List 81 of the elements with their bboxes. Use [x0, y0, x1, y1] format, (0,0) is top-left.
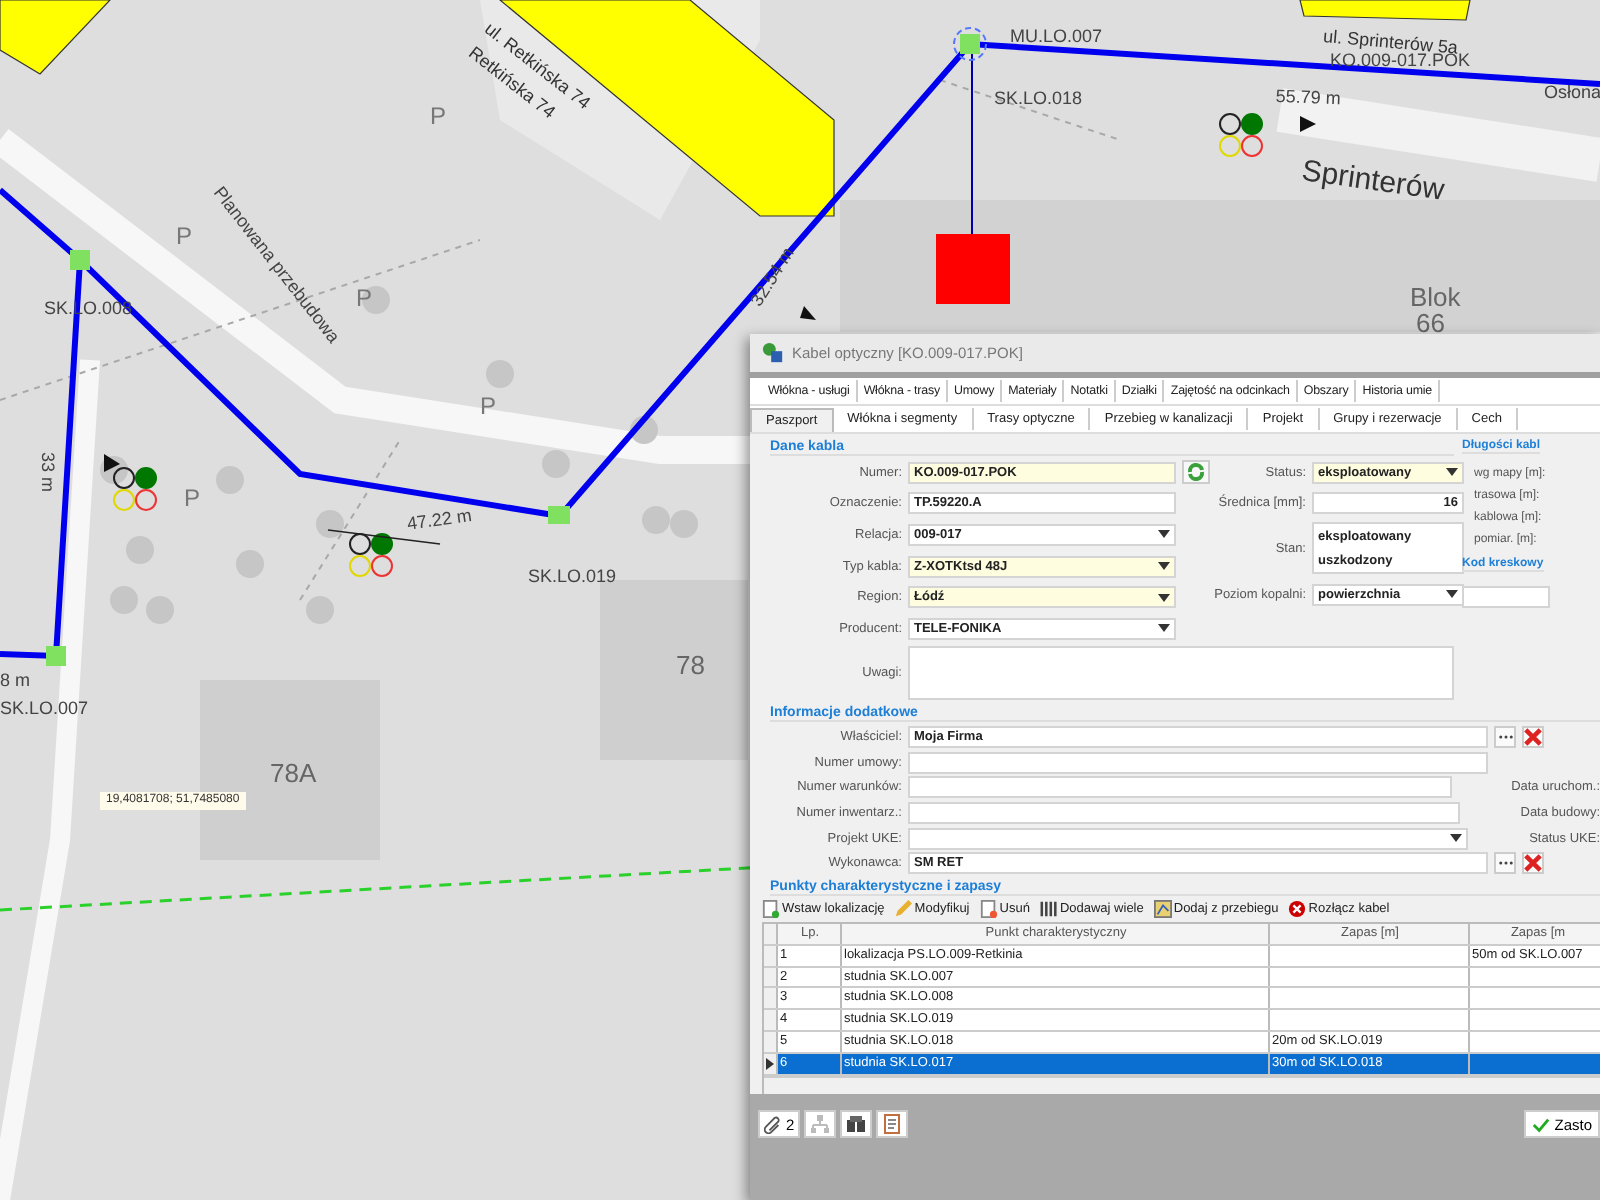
map-label: 66: [1416, 310, 1445, 336]
map-label: Blok: [1410, 284, 1461, 310]
tree-icon: [126, 536, 154, 564]
map-label: P: [480, 394, 497, 418]
status-marker-drawing: [113, 467, 157, 511]
dropdown[interactable]: [908, 827, 1469, 850]
binoculars-icon: [846, 1114, 867, 1134]
manhole-node[interactable]: [953, 27, 987, 61]
bars-icon: [1039, 899, 1058, 918]
page-minus-icon: [979, 899, 998, 918]
input-field[interactable]: [908, 751, 1488, 773]
clear-button[interactable]: [1522, 852, 1544, 875]
clear-button[interactable]: [1522, 725, 1544, 748]
input-field[interactable]: [908, 776, 1453, 799]
tree-icon: [236, 550, 264, 578]
map-route-icon: [1153, 899, 1172, 918]
map-label: SK.LO.007: [0, 700, 89, 718]
close-icon: [1524, 727, 1542, 746]
map-label: P: [356, 286, 373, 310]
map-label: Sprinterów: [1299, 156, 1446, 206]
cable-icon: [762, 342, 784, 364]
caret-icon: [1158, 593, 1170, 602]
arrow-icon: [104, 454, 120, 472]
tree-icon: [642, 506, 670, 534]
barcode-field[interactable]: [1462, 586, 1550, 608]
tree-icon: [486, 360, 514, 388]
status-marker-drawing: [1219, 113, 1263, 157]
map-label: MU.LO.007: [1010, 28, 1103, 46]
paperclip-icon: [764, 1115, 782, 1133]
dots-icon: [1497, 860, 1513, 867]
dots-icon: [1497, 733, 1513, 740]
row-selector[interactable]: [764, 1053, 778, 1074]
browse-button[interactable]: [1494, 725, 1516, 748]
status-marker-drawing: [349, 533, 393, 577]
hierarchy-icon: [810, 1114, 831, 1134]
building-area: [0, 0, 112, 75]
input-field[interactable]: [908, 801, 1461, 824]
document-icon: [882, 1114, 903, 1134]
manhole-node[interactable]: [70, 250, 90, 270]
map-label: 78A: [270, 760, 317, 786]
caret-icon: [1158, 530, 1170, 539]
tree-icon: [630, 416, 658, 444]
tree-icon: [316, 510, 344, 538]
tree-icon: [110, 586, 138, 614]
caret-icon: [1158, 562, 1170, 571]
map-label: 8 m: [0, 672, 31, 690]
row-pointer-icon: [766, 1057, 774, 1070]
check-icon: [1532, 1115, 1551, 1133]
map-label: 47.22 m: [406, 506, 473, 534]
arrow-icon: [800, 306, 816, 320]
tree-icon: [542, 450, 570, 478]
caret-icon: [1158, 624, 1170, 633]
map-label: KO.009-017.POK: [1330, 52, 1471, 70]
map-label: 78: [676, 652, 705, 678]
caret-icon: [1446, 468, 1458, 476]
map-label: P: [184, 486, 201, 510]
map-label: P: [176, 224, 193, 248]
manhole-node[interactable]: [46, 646, 66, 666]
report-button[interactable]: [876, 1110, 909, 1138]
notes-field[interactable]: [908, 645, 1454, 700]
map-label: SK.LO.019: [528, 568, 617, 586]
binoculars-button[interactable]: [840, 1110, 873, 1138]
tree-icon: [362, 286, 390, 314]
map-label: P: [430, 104, 447, 128]
arrow-icon: [1300, 116, 1316, 132]
page-plus-icon: [762, 899, 780, 918]
tree-icon: [306, 596, 334, 624]
close-icon: [1524, 854, 1542, 873]
tree-icon: [146, 596, 174, 624]
refresh-button[interactable]: [1182, 460, 1210, 484]
close-circle-icon: [1288, 899, 1307, 918]
tree-icon: [216, 466, 244, 494]
tree-icon: [670, 510, 698, 538]
browse-button[interactable]: [1494, 852, 1516, 875]
caret-icon: [1450, 834, 1463, 843]
map-label: 55.79 m: [1275, 88, 1341, 109]
manhole-node[interactable]: [548, 506, 570, 524]
map-label: 33 m: [38, 452, 56, 493]
caret-icon: [1446, 590, 1458, 599]
cabinet-square[interactable]: [936, 234, 1010, 304]
map-label: SK.LO.018: [994, 90, 1083, 108]
